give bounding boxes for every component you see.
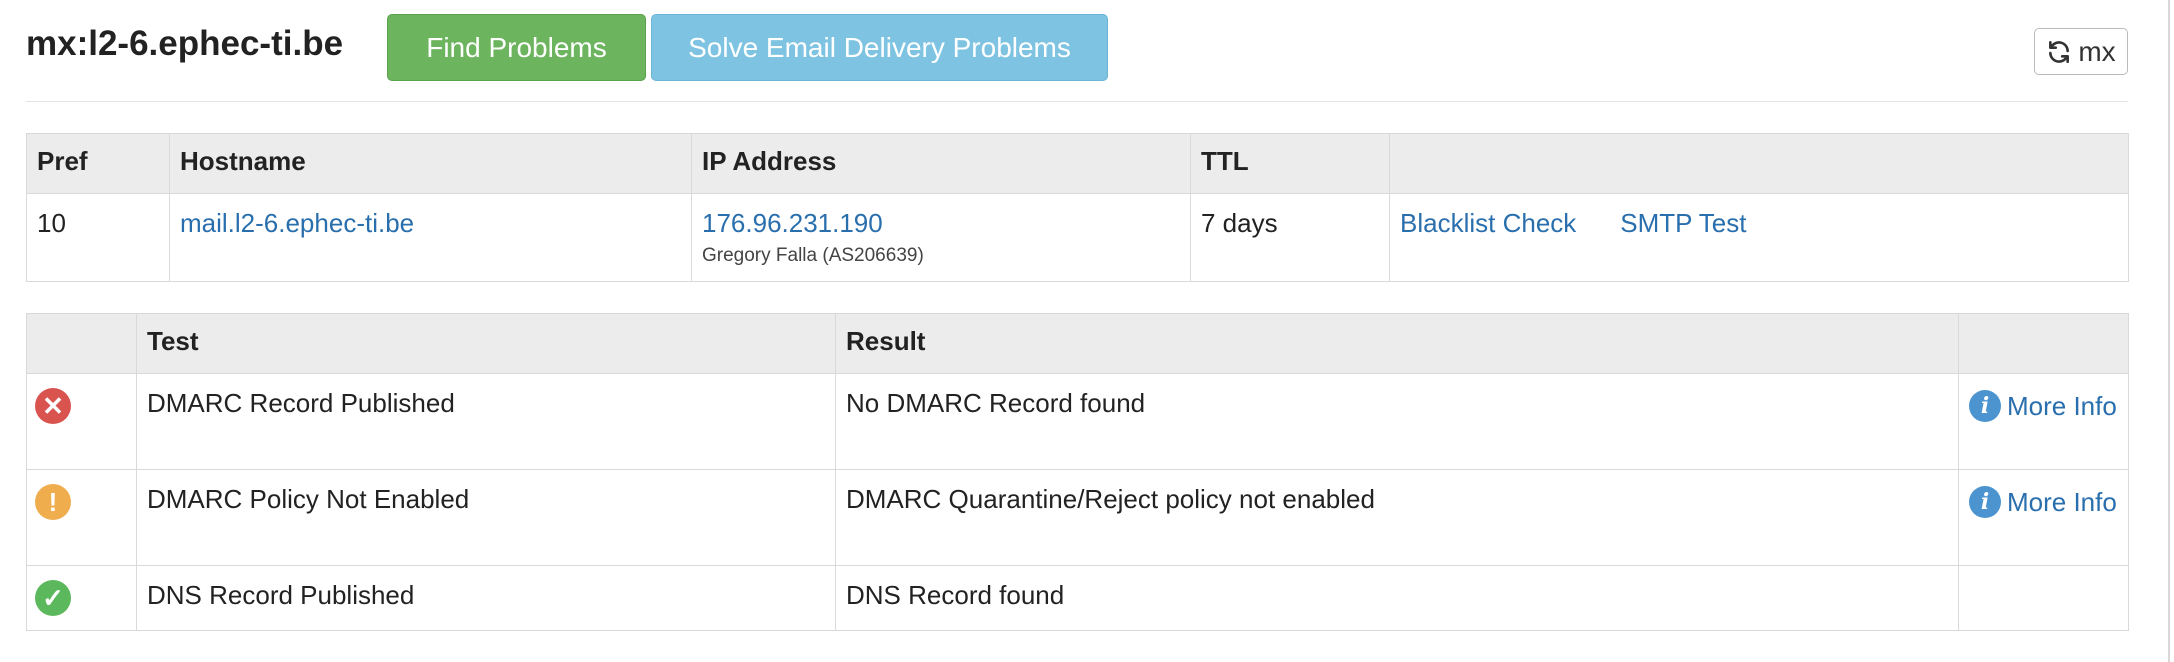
- col-header-test: Test: [136, 313, 836, 374]
- mx-records-table: Pref Hostname IP Address TTL 10 mail.l2-…: [26, 133, 2129, 282]
- table-row: 10 mail.l2-6.ephec-ti.be 176.96.231.190 …: [26, 193, 2129, 282]
- more-info-link[interactable]: More Info: [2007, 484, 2117, 520]
- col-header-hostname: Hostname: [169, 133, 692, 194]
- table-row: ! DMARC Policy Not Enabled DMARC Quarant…: [26, 469, 2129, 566]
- smtp-test-link[interactable]: SMTP Test: [1620, 208, 1746, 239]
- test-result-cell: DMARC Quarantine/Reject policy not enabl…: [835, 469, 1959, 566]
- col-header-info: [1958, 313, 2129, 374]
- x-circle-icon: ✕: [35, 388, 71, 424]
- ip-address-link[interactable]: 176.96.231.190: [702, 208, 1180, 239]
- mx-hostname-cell: mail.l2-6.ephec-ti.be: [169, 193, 692, 282]
- status-cell: ✓: [26, 565, 137, 631]
- blacklist-check-link[interactable]: Blacklist Check: [1400, 208, 1576, 239]
- col-header-result: Result: [835, 313, 1959, 374]
- test-name-cell: DMARC Record Published: [136, 373, 836, 470]
- info-icon: i: [1969, 390, 2001, 422]
- exclamation-circle-icon: !: [35, 484, 71, 520]
- table-row: ✓ DNS Record Published DNS Record found: [26, 565, 2129, 631]
- refresh-mx-button[interactable]: mx: [2034, 28, 2128, 75]
- ip-owner-label: Gregory Falla (AS206639): [702, 245, 924, 266]
- more-info-link[interactable]: More Info: [2007, 388, 2117, 424]
- more-info-cell: [1958, 565, 2129, 631]
- col-header-pref: Pref: [26, 133, 170, 194]
- mx-header: mx:l2-6.ephec-ti.be Find Problems Solve …: [26, 14, 2128, 102]
- mx-pref-cell: 10: [26, 193, 170, 282]
- mx-actions-cell: Blacklist Check SMTP Test: [1389, 193, 2129, 282]
- test-table-header-row: Test Result: [26, 313, 2129, 374]
- test-name-cell: DMARC Policy Not Enabled: [136, 469, 836, 566]
- test-result-cell: No DMARC Record found: [835, 373, 1959, 470]
- status-cell: !: [26, 469, 137, 566]
- info-icon: i: [1969, 486, 2001, 518]
- col-header-ttl: TTL: [1190, 133, 1390, 194]
- more-info-cell: i More Info: [1958, 373, 2129, 470]
- hostname-link[interactable]: mail.l2-6.ephec-ti.be: [180, 208, 414, 238]
- page-scrollbar: [2168, 0, 2170, 662]
- table-row: ✕ DMARC Record Published No DMARC Record…: [26, 373, 2129, 470]
- find-problems-button[interactable]: Find Problems: [387, 14, 646, 81]
- col-header-status: [26, 313, 137, 374]
- col-header-actions: [1389, 133, 2129, 194]
- mx-table-header-row: Pref Hostname IP Address TTL: [26, 133, 2129, 194]
- test-results-table: Test Result ✕ DMARC Record Published No …: [26, 313, 2129, 631]
- refresh-label: mx: [2078, 35, 2116, 67]
- refresh-icon: [2049, 40, 2070, 63]
- test-result-cell: DNS Record found: [835, 565, 1959, 631]
- more-info-cell: i More Info: [1958, 469, 2129, 566]
- mx-ip-cell: 176.96.231.190 Gregory Falla (AS206639): [691, 193, 1191, 282]
- mx-ttl-cell: 7 days: [1190, 193, 1390, 282]
- status-cell: ✕: [26, 373, 137, 470]
- solve-email-delivery-button[interactable]: Solve Email Delivery Problems: [651, 14, 1108, 81]
- check-circle-icon: ✓: [35, 580, 71, 616]
- page-title: mx:l2-6.ephec-ti.be: [26, 24, 344, 63]
- test-name-cell: DNS Record Published: [136, 565, 836, 631]
- col-header-ip-address: IP Address: [691, 133, 1191, 194]
